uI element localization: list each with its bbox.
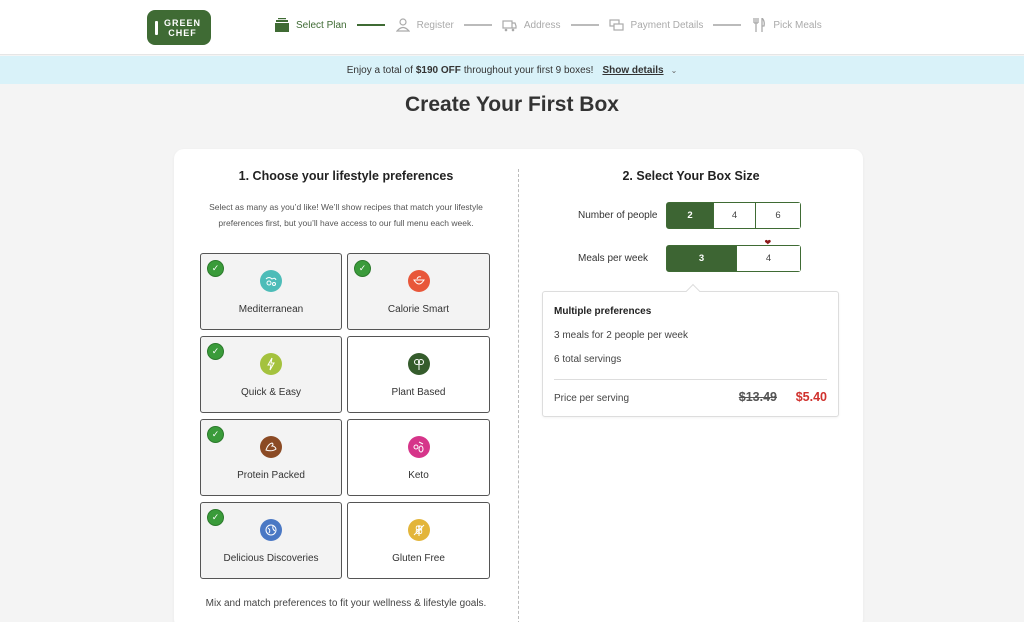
lightning-icon: [260, 353, 282, 375]
preferences-footer: Mix and match preferences to fit your we…: [205, 598, 487, 609]
people-selector: 2 4 6: [666, 202, 801, 229]
green-chef-logo[interactable]: GREEN CHEF: [147, 10, 211, 45]
broccoli-icon: [407, 353, 430, 375]
step-label: Payment Details: [630, 19, 704, 31]
step-address: Address: [502, 17, 561, 33]
original-price: $13.49: [738, 390, 777, 404]
price-label: Price per serving: [554, 393, 630, 404]
promo-highlight: $190 OFF: [415, 64, 461, 76]
step-connector: [356, 24, 385, 26]
pref-card-delicious-discoveries[interactable]: ✓ Delicious Discoveries: [200, 502, 342, 579]
step-payment: Payment Details: [609, 17, 704, 33]
logo-line2: CHEF: [168, 27, 197, 38]
fork-knife-icon: [751, 17, 767, 33]
check-icon: ✓: [354, 260, 371, 277]
pref-label: Keto: [408, 470, 429, 481]
step-label: Address: [523, 19, 561, 31]
meals-selector: 3 ❤ 4: [666, 239, 801, 272]
top-header: GREEN CHEF Select Plan Register Address: [0, 0, 1024, 55]
step-label: Select Plan: [296, 19, 347, 31]
summary-pointer: [685, 283, 701, 299]
step-connector: [570, 24, 599, 26]
pref-label: Gluten Free: [392, 553, 445, 564]
heart-icon: ❤: [764, 238, 772, 247]
promo-prefix: Enjoy a total of: [346, 64, 413, 76]
box-size-title: 2. Select Your Box Size: [622, 169, 760, 183]
people-option-4[interactable]: 4: [714, 203, 756, 228]
wheat-icon: [407, 519, 430, 541]
logo-line1: GREEN: [163, 17, 201, 28]
promo-suffix: throughout your first 9 boxes!: [463, 64, 594, 76]
people-option-6[interactable]: 6: [756, 203, 800, 228]
check-icon: ✓: [207, 426, 224, 443]
calorie-smart-icon: [407, 270, 430, 292]
progress-steps: Select Plan Register Address Payment Det…: [274, 14, 822, 36]
preferences-grid: ✓ Mediterranean ✓ Calorie Smart ✓ Quick …: [200, 253, 491, 579]
meals-label: Meals per week: [578, 253, 649, 264]
pref-card-quick-easy[interactable]: ✓ Quick & Easy: [200, 336, 342, 413]
pref-label: Calorie Smart: [387, 304, 450, 315]
box-stack-icon: [274, 17, 290, 33]
pref-label: Protein Packed: [237, 470, 305, 481]
check-icon: ✓: [207, 343, 224, 360]
pref-label: Delicious Discoveries: [223, 553, 319, 564]
summary-title: Multiple preferences: [554, 306, 652, 317]
step-connector: [713, 24, 742, 26]
preferences-title: 1. Choose your lifestyle preferences: [238, 169, 454, 183]
keto-icon: [407, 436, 430, 458]
meals-option-label: 3: [698, 253, 705, 264]
preferences-description: Select as many as you’d like! We’ll show…: [209, 202, 483, 228]
pref-card-protein-packed[interactable]: ✓ Protein Packed: [200, 419, 342, 496]
promo-banner: Enjoy a total of $190 OFF throughout you…: [0, 56, 1024, 84]
summary-meals: 3 meals for 2 people per week: [554, 330, 688, 341]
step-label: Register: [416, 19, 454, 31]
meals-option-label: 4: [765, 253, 772, 264]
meals-option-3[interactable]: 3: [667, 246, 737, 271]
pref-card-mediterranean[interactable]: ✓ Mediterranean: [200, 253, 342, 330]
step-connector: [463, 24, 492, 26]
show-details-link[interactable]: Show details: [602, 65, 663, 76]
step-label: Pick Meals: [773, 19, 822, 31]
pref-card-keto[interactable]: Keto: [347, 419, 490, 496]
summary-divider: [554, 379, 827, 380]
mediterranean-icon: [260, 270, 282, 292]
cards-icon: [609, 17, 625, 33]
check-icon: ✓: [207, 260, 224, 277]
truck-icon: [502, 17, 518, 33]
pref-label: Mediterranean: [238, 304, 304, 315]
meals-option-4[interactable]: ❤ 4: [737, 239, 800, 271]
box-builder-card: 1. Choose your lifestyle preferences Sel…: [174, 149, 863, 622]
meals-row: Meals per week 3 ❤ 4: [519, 239, 863, 272]
box-summary: Multiple preferences 3 meals for 2 peopl…: [542, 283, 839, 417]
step-select-plan: Select Plan: [274, 17, 347, 33]
check-icon: ✓: [207, 509, 224, 526]
discounted-price: $5.40: [795, 390, 827, 404]
people-label: Number of people: [578, 210, 658, 221]
step-register: Register: [395, 17, 454, 33]
pref-card-plant-based[interactable]: Plant Based: [347, 336, 490, 413]
logo-text: GREEN CHEF: [158, 18, 211, 38]
pref-card-gluten-free[interactable]: Gluten Free: [347, 502, 490, 579]
page-title: Create Your First Box: [405, 93, 619, 116]
summary-servings: 6 total servings: [554, 354, 622, 365]
people-row: Number of people 2 4 6: [519, 202, 863, 229]
step-pick-meals: Pick Meals: [751, 17, 822, 33]
user-icon: [395, 17, 411, 33]
chevron-down-icon[interactable]: ⌄: [671, 66, 678, 75]
muscle-icon: [260, 436, 282, 458]
pref-label: Quick & Easy: [240, 387, 302, 398]
pref-card-calorie-smart[interactable]: ✓ Calorie Smart: [347, 253, 490, 330]
globe-icon: [260, 519, 282, 541]
section-divider: [518, 169, 519, 622]
people-option-2[interactable]: 2: [667, 203, 714, 228]
pref-label: Plant Based: [391, 387, 446, 398]
